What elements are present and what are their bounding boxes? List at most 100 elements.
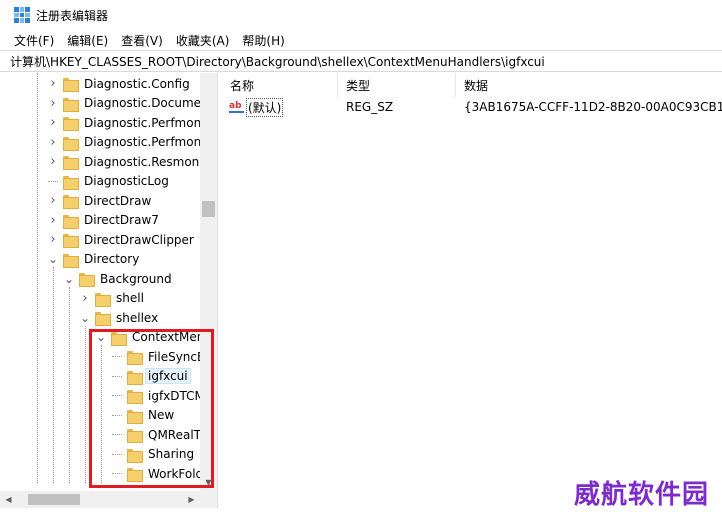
menu-view[interactable]: 查看(V) bbox=[121, 32, 163, 49]
address-bar[interactable]: 计算机\HKEY_CLASSES_ROOT\Directory\Backgrou… bbox=[0, 50, 722, 72]
menu-bar: 文件(F) 编辑(E) 查看(V) 收藏夹(A) 帮助(H) bbox=[0, 30, 722, 50]
tree-item[interactable]: FileSyncEx bbox=[112, 347, 214, 366]
chevron-right-icon[interactable]: › bbox=[48, 115, 58, 130]
folder-icon bbox=[63, 194, 79, 209]
tree-item-label: Diagnostic.Resmon.C bbox=[84, 154, 212, 169]
tree-item[interactable]: DiagnosticLog bbox=[48, 172, 171, 191]
tree-item-label: Diagnostic.Document bbox=[84, 96, 214, 110]
tree-item[interactable]: › Diagnostic.Document bbox=[48, 94, 215, 113]
chevron-right-icon[interactable]: › bbox=[48, 232, 58, 247]
value-name: (默认) bbox=[246, 97, 284, 117]
key-tree-pane[interactable]: WorkFolde Sharing QMRealTi New igfxDTCM igfxc… bbox=[0, 73, 218, 509]
tree-item[interactable]: ⌄ Background bbox=[64, 269, 174, 288]
tree-guide-line bbox=[53, 267, 54, 483]
tree-item[interactable]: ⌄ Directory bbox=[48, 250, 141, 269]
column-type-header[interactable]: 类型 bbox=[338, 73, 456, 97]
string-value-icon: ab bbox=[229, 101, 244, 113]
chevron-right-icon[interactable]: › bbox=[48, 154, 58, 169]
tree-item[interactable]: igfxDTCM bbox=[112, 386, 207, 405]
tree-connector bbox=[112, 453, 122, 455]
chevron-down-icon[interactable]: ⌄ bbox=[96, 331, 106, 343]
tree-item[interactable]: igfxcui bbox=[112, 367, 191, 386]
menu-help[interactable]: 帮助(H) bbox=[242, 32, 284, 49]
tree-horizontal-scrollbar[interactable]: ◀ ▶ bbox=[0, 491, 217, 508]
menu-file[interactable]: 文件(F) bbox=[14, 32, 54, 49]
tree-guide-line bbox=[37, 73, 38, 483]
chevron-down-icon[interactable]: ⌄ bbox=[80, 312, 90, 324]
folder-icon bbox=[63, 175, 79, 190]
list-header: 名称 类型 数据 bbox=[222, 73, 722, 97]
folder-icon bbox=[63, 77, 79, 92]
folder-icon bbox=[127, 448, 143, 463]
folder-icon bbox=[127, 389, 143, 404]
folder-icon bbox=[63, 97, 79, 112]
folder-icon bbox=[63, 214, 79, 229]
tree-item-label: shellex bbox=[116, 310, 159, 325]
tree-item[interactable]: › DirectDrawClipper bbox=[48, 230, 196, 249]
chevron-down-icon[interactable]: ⌄ bbox=[64, 273, 74, 285]
tree-item[interactable]: ⌄ ContextMenu bbox=[96, 328, 214, 347]
chevron-right-icon[interactable]: › bbox=[48, 76, 58, 91]
tree-item-label: Diagnostic.Config bbox=[84, 76, 190, 91]
tree-connector bbox=[112, 375, 122, 377]
folder-icon bbox=[111, 331, 127, 346]
folder-icon bbox=[63, 155, 79, 170]
window-title: 注册表编辑器 bbox=[36, 8, 109, 23]
tree-item[interactable]: New bbox=[112, 406, 176, 425]
tree-item[interactable]: › DirectDraw bbox=[48, 191, 153, 210]
tree-item-label: igfxcui bbox=[145, 368, 191, 384]
tree-item-label: QMRealTi bbox=[148, 427, 204, 442]
value-row[interactable]: ab (默认) REG_SZ {3AB1675A-CCFF-11D2-8B20-… bbox=[222, 97, 722, 117]
tree-item[interactable]: › Diagnostic.Perfmon.D bbox=[48, 133, 216, 152]
tree-item[interactable]: WorkFolde bbox=[112, 464, 213, 483]
folder-icon bbox=[127, 370, 143, 385]
tree-guide-line bbox=[69, 287, 70, 483]
chevron-right-icon[interactable]: › bbox=[48, 135, 58, 150]
chevron-down-icon[interactable]: ⌄ bbox=[48, 253, 58, 265]
folder-icon bbox=[95, 292, 111, 307]
folder-icon bbox=[63, 253, 79, 268]
tree-item[interactable]: › Diagnostic.Perfmon.C bbox=[48, 113, 215, 132]
tree-item[interactable]: › shell bbox=[80, 289, 146, 308]
menu-edit[interactable]: 编辑(E) bbox=[67, 32, 108, 49]
chevron-right-icon[interactable]: › bbox=[48, 213, 58, 228]
scroll-down-arrow-icon[interactable]: ▼ bbox=[200, 474, 217, 491]
value-data: {3AB1675A-CCFF-11D2-8B20-00A0C93CB1F4} bbox=[464, 100, 722, 114]
tree-item-label: Sharing bbox=[148, 447, 195, 461]
tree-item[interactable]: QMRealTi bbox=[112, 425, 206, 444]
tree-guide-line bbox=[85, 326, 86, 483]
tree-connector bbox=[48, 180, 58, 182]
folder-icon bbox=[127, 428, 143, 443]
tree-item-label: igfxDTCM bbox=[148, 388, 205, 403]
chevron-right-icon[interactable]: › bbox=[80, 291, 90, 306]
folder-icon bbox=[127, 467, 143, 482]
value-name-cell: ab (默认) bbox=[222, 97, 338, 117]
value-list-pane[interactable]: 名称 类型 数据 ab (默认) REG_SZ {3AB1675A-CCFF-1… bbox=[222, 73, 722, 509]
column-data-header[interactable]: 数据 bbox=[456, 73, 722, 97]
scroll-right-arrow-icon[interactable]: ▶ bbox=[183, 491, 200, 508]
folder-icon bbox=[127, 409, 143, 424]
tree-connector bbox=[112, 395, 122, 396]
scroll-left-arrow-icon[interactable]: ◀ bbox=[0, 491, 17, 508]
column-name-header[interactable]: 名称 bbox=[222, 73, 338, 97]
tree-connector bbox=[112, 414, 122, 416]
tree-guide-line bbox=[101, 345, 102, 483]
tree-item-label: shell bbox=[116, 291, 144, 305]
chevron-right-icon[interactable]: › bbox=[48, 96, 58, 111]
registry-editor-icon bbox=[14, 7, 30, 23]
tree-item[interactable]: › Diagnostic.Resmon.C bbox=[48, 152, 213, 171]
tree-vertical-scrollbar[interactable]: ▼ bbox=[200, 73, 217, 491]
tree-item[interactable]: › DirectDraw7 bbox=[48, 211, 161, 230]
tree-item[interactable]: Sharing bbox=[112, 445, 196, 464]
tree-item-label: Diagnostic.Perfmon.C bbox=[84, 115, 214, 130]
menu-favorites[interactable]: 收藏夹(A) bbox=[176, 32, 230, 49]
tree-item[interactable]: ⌄ shellex bbox=[80, 308, 160, 327]
tree-vertical-scroll-thumb[interactable] bbox=[202, 201, 215, 217]
chevron-right-icon[interactable]: › bbox=[48, 193, 58, 208]
tree-connector bbox=[112, 473, 122, 474]
tree-horizontal-scroll-thumb[interactable] bbox=[28, 494, 80, 505]
folder-icon bbox=[127, 350, 143, 365]
tree-item-label: Diagnostic.Perfmon.D bbox=[84, 135, 215, 149]
folder-icon bbox=[63, 116, 79, 131]
tree-item[interactable]: › Diagnostic.Config bbox=[48, 74, 192, 93]
